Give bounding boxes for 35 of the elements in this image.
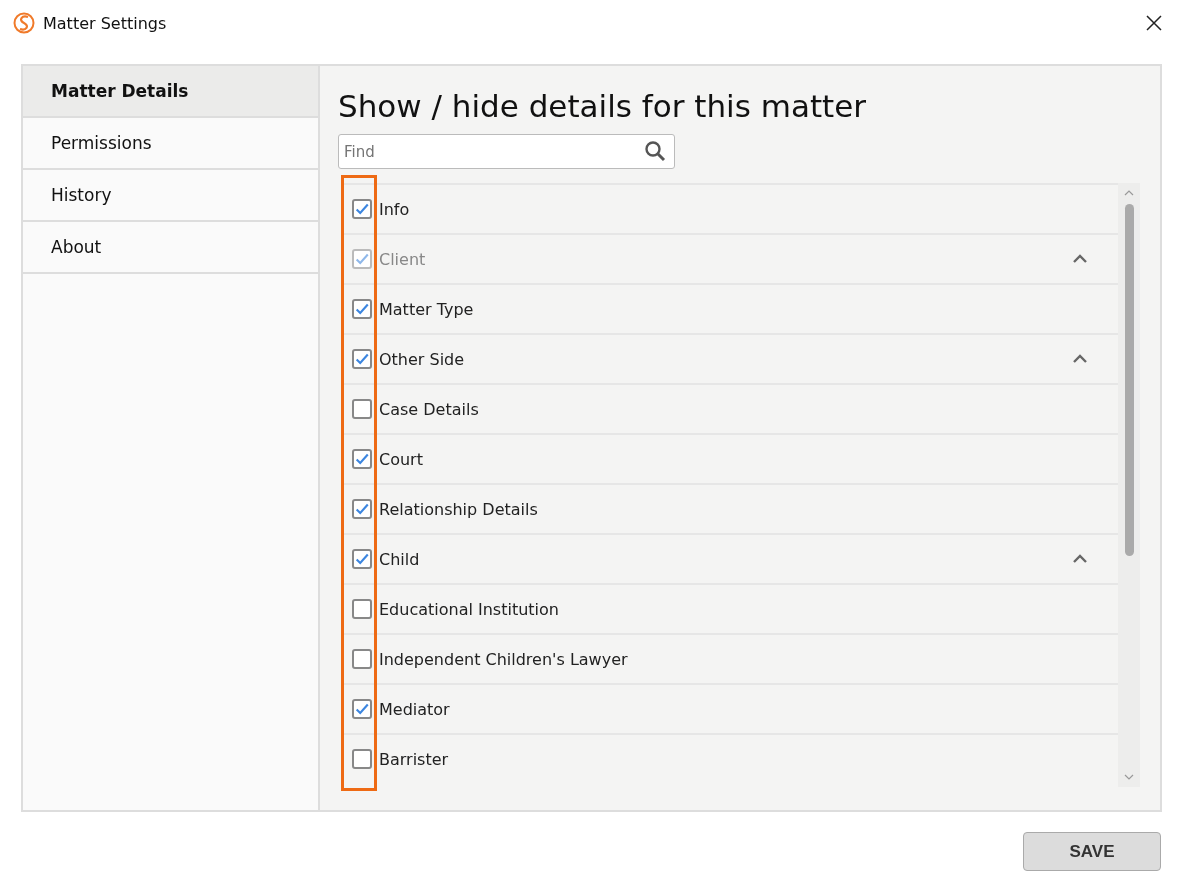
logo-icon [13, 12, 35, 34]
detail-label: Independent Children's Lawyer [379, 649, 628, 669]
checkbox[interactable] [352, 749, 372, 769]
search-field[interactable]: Find [338, 134, 675, 169]
checkbox[interactable] [352, 299, 372, 319]
checkbox[interactable] [352, 649, 372, 669]
checkbox[interactable] [352, 599, 372, 619]
close-icon [1146, 15, 1162, 31]
scrollbar[interactable] [1118, 183, 1140, 787]
checkbox[interactable] [352, 199, 372, 219]
detail-label: Case Details [379, 399, 479, 419]
save-button[interactable]: SAVE [1023, 832, 1161, 871]
detail-label: Educational Institution [379, 599, 559, 619]
checkbox[interactable] [352, 549, 372, 569]
detail-label: Mediator [379, 699, 450, 719]
checkbox[interactable] [352, 399, 372, 419]
sidebar-item[interactable]: Matter Details [23, 66, 318, 118]
scrollbar-thumb[interactable] [1124, 204, 1134, 556]
detail-label: Barrister [379, 749, 449, 769]
checkbox[interactable] [352, 449, 372, 469]
checkbox[interactable] [352, 499, 372, 519]
checkbox[interactable] [352, 349, 372, 369]
checkbox[interactable] [352, 699, 372, 719]
detail-label: Child [379, 549, 420, 569]
page-heading: Show / hide details for this matter [338, 88, 867, 124]
detail-label: Court [379, 449, 423, 469]
scroll-down-icon [1124, 774, 1134, 780]
scroll-up-icon [1124, 190, 1134, 196]
detail-label: Info [379, 199, 410, 219]
window-title: Matter Settings [43, 13, 167, 33]
detail-label: Relationship Details [379, 499, 538, 519]
detail-label: Other Side [379, 349, 465, 369]
detail-label: Matter Type [379, 299, 474, 319]
search-icon [644, 140, 666, 162]
detail-label: Client [379, 249, 426, 269]
